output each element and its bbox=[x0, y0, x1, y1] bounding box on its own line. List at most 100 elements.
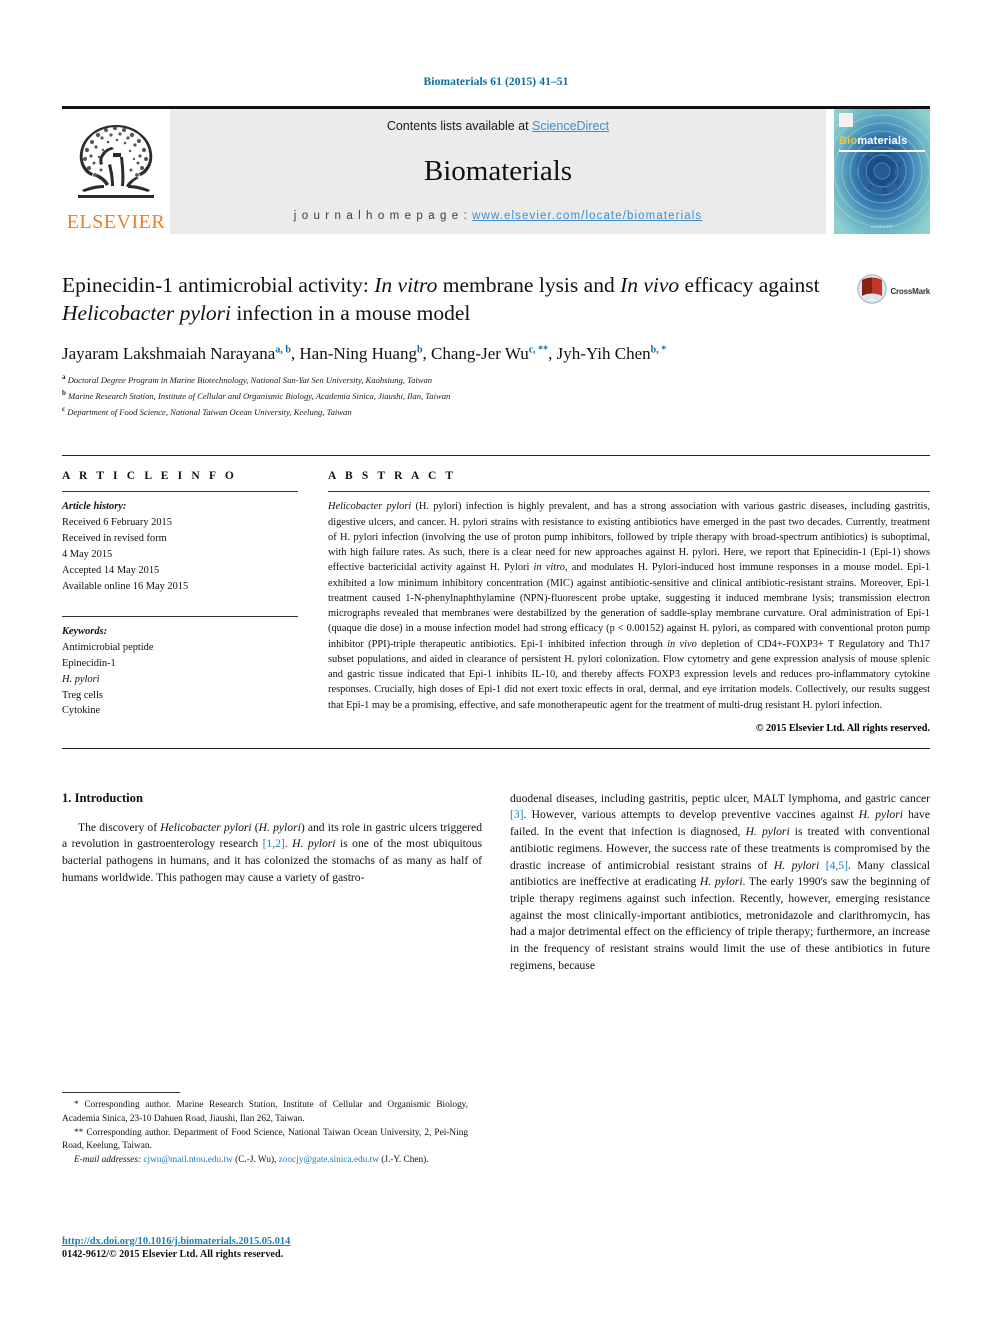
author-2-affil-marks[interactable]: b bbox=[417, 344, 423, 355]
intro-r-7: H. pylori bbox=[773, 858, 820, 872]
article-info-rule bbox=[62, 491, 298, 493]
body-column-left: 1. Introduction The discovery of Helicob… bbox=[62, 791, 482, 975]
author-2-name: Han-Ning Huang bbox=[299, 344, 417, 364]
crossmark-label: CrossMark bbox=[890, 287, 930, 296]
doi-link[interactable]: http://dx.doi.org/10.1016/j.biomaterials… bbox=[62, 1236, 482, 1247]
intro-r-5: H. pylori bbox=[745, 825, 790, 839]
corresponding-author-note-2: ** Corresponding author. Department of F… bbox=[62, 1127, 468, 1152]
title-italic-3: Helicobacter pylori bbox=[62, 300, 231, 325]
sciencedirect-link[interactable]: ScienceDirect bbox=[532, 119, 609, 133]
crossmark-icon bbox=[857, 274, 888, 309]
keyword-item: H. pylori bbox=[62, 673, 100, 685]
title-italic-1: In vitro bbox=[374, 273, 438, 297]
running-head: Biomaterials 61 (2015) 41–51 bbox=[423, 76, 569, 88]
intro-r-3: H. pylori bbox=[858, 808, 903, 822]
keywords-rule bbox=[62, 616, 298, 618]
corresponding-author-note-1: * Corresponding author. Marine Research … bbox=[62, 1100, 468, 1124]
keyword-item: Epinecidin-1 bbox=[62, 657, 116, 669]
cover-wordmark: Biomaterials bbox=[839, 135, 907, 147]
title-part-4: infection in a mouse model bbox=[230, 300, 471, 325]
title-part-2: membrane lysis and bbox=[437, 273, 621, 297]
journal-homepage-link[interactable]: www.elsevier.com/locate/biomaterials bbox=[472, 210, 702, 222]
article-history-item: Received in revised form bbox=[62, 533, 167, 545]
author-4-affil-marks[interactable]: b, * bbox=[651, 344, 667, 355]
abstract-heading: A B S T R A C T bbox=[328, 470, 457, 483]
cover-rule bbox=[839, 150, 925, 152]
abstract-rule bbox=[328, 491, 930, 493]
info-abstract-region: A R T I C L E I N F O Article history: R… bbox=[62, 455, 931, 734]
keywords-block: Keywords: Antimicrobial peptide Epinecid… bbox=[62, 624, 298, 719]
affiliation-item: c Department of Food Science, National T… bbox=[62, 404, 930, 420]
email-link-cjwu[interactable]: cjwu@mail.ntou.edu.tw bbox=[143, 1155, 232, 1165]
affiliation-list: a Doctoral Degree Program in Marine Biot… bbox=[62, 372, 930, 419]
footer-doi-block: http://dx.doi.org/10.1016/j.biomaterials… bbox=[62, 1236, 482, 1260]
journal-title: Biomaterials bbox=[423, 155, 573, 187]
keywords-label: Keywords: bbox=[62, 626, 108, 638]
intro-l-0: The discovery of bbox=[78, 820, 161, 834]
intro-r-0: duodenal diseases, including gastritis, … bbox=[510, 791, 930, 805]
author-1: Jayaram Lakshmaiah Narayanaa, b bbox=[62, 344, 291, 363]
title-part-3: efficacy against bbox=[679, 273, 820, 297]
journal-cover-artwork bbox=[834, 109, 930, 234]
intro-paragraph-right: duodenal diseases, including gastritis, … bbox=[510, 791, 930, 975]
author-3-name: Chang-Jer Wu bbox=[431, 344, 529, 364]
keyword-item: Antimicrobial peptide bbox=[62, 642, 154, 654]
journal-homepage-line: j o u r n a l h o m e p a g e : www.else… bbox=[294, 210, 702, 222]
citation-link-1-2[interactable]: [1,2] bbox=[263, 837, 285, 850]
citation-link-3[interactable]: [3] bbox=[510, 808, 524, 821]
cover-wordmark-materials: materials bbox=[857, 135, 908, 147]
abstract-column: A B S T R A C T Helicobacter pylori (H. … bbox=[328, 470, 931, 734]
title-block: Epinecidin-1 antimicrobial activity: In … bbox=[62, 272, 930, 419]
journal-cover-thumbnail[interactable]: Biomaterials ELSEVIER bbox=[834, 109, 930, 234]
author-3-affil-marks[interactable]: c, ** bbox=[529, 344, 548, 355]
intro-l-7: H. pylori bbox=[292, 837, 336, 851]
intro-r-11: H. pylori bbox=[699, 875, 743, 889]
page-title: Epinecidin-1 antimicrobial activity: In … bbox=[62, 272, 930, 327]
article-history-item: 4 May 2015 bbox=[62, 548, 113, 560]
info-abstract-bottom-rule bbox=[62, 747, 930, 749]
keyword-item: Treg cells bbox=[62, 689, 103, 701]
cover-wordmark-bio: Bio bbox=[839, 135, 858, 147]
body-columns: 1. Introduction The discovery of Helicob… bbox=[62, 791, 930, 975]
email-owner-1: (C.-J. Wu), bbox=[232, 1155, 279, 1165]
article-history-label: Article history: bbox=[62, 501, 127, 513]
author-list: Jayaram Lakshmaiah Narayanaa, b, Han-Nin… bbox=[62, 344, 667, 364]
body-column-right: duodenal diseases, including gastritis, … bbox=[510, 791, 930, 975]
intro-r-2: . However, various attempts to develop p… bbox=[523, 808, 859, 822]
article-history-block: Article history: Received 6 February 201… bbox=[62, 499, 298, 594]
author-4-name: Jyh-Yih Chen bbox=[556, 344, 651, 364]
email-link-zoocjy[interactable]: zoocjy@gate.sinica.edu.tw bbox=[279, 1155, 379, 1165]
elsevier-tree-icon bbox=[68, 119, 164, 211]
title-part-1: Epinecidin-1 antimicrobial activity: bbox=[62, 273, 375, 297]
affiliation-text: Department of Food Science, National Tai… bbox=[67, 406, 352, 417]
article-first-page: Biomaterials 61 (2015) 41–51 ELSEVIER Co… bbox=[0, 0, 992, 1323]
cover-footer-text: ELSEVIER bbox=[871, 224, 893, 229]
affiliation-mark: a bbox=[62, 373, 66, 382]
author-4: Jyh-Yih Chenb, * bbox=[557, 344, 667, 363]
email-addresses-label: E-mail addresses: bbox=[74, 1155, 142, 1165]
issn-copyright-line: 0142-9612/© 2015 Elsevier Ltd. All right… bbox=[62, 1249, 284, 1260]
citation-link-4-5[interactable]: [4,5] bbox=[826, 859, 848, 872]
affiliation-text: Doctoral Degree Program in Marine Biotec… bbox=[67, 374, 433, 385]
article-info-heading: A R T I C L E I N F O bbox=[62, 470, 237, 483]
affiliation-item: a Doctoral Degree Program in Marine Biot… bbox=[62, 372, 930, 388]
article-info-column: A R T I C L E I N F O Article history: R… bbox=[62, 470, 298, 733]
email-addresses-note: E-mail addresses: cjwu@mail.ntou.edu.tw … bbox=[62, 1154, 468, 1168]
contents-lists-line: Contents lists available at ScienceDirec… bbox=[387, 119, 609, 133]
intro-l-1: Helicobacter pylori bbox=[160, 820, 252, 834]
abstract-seg-3: , and modulates H. Pylori-induced host i… bbox=[328, 562, 931, 650]
author-1-affil-marks[interactable]: a, b bbox=[275, 344, 291, 355]
affiliation-item: b Marine Research Station, Institute of … bbox=[62, 388, 930, 404]
title-italic-2: In vivo bbox=[620, 273, 680, 297]
affiliation-mark: b bbox=[62, 388, 66, 397]
crossmark-badge[interactable]: CrossMark bbox=[857, 274, 930, 309]
journal-band: Contents lists available at ScienceDirec… bbox=[170, 109, 826, 234]
intro-l-3: H. pylori bbox=[258, 820, 301, 834]
author-3: Chang-Jer Wuc, ** bbox=[431, 344, 548, 363]
cover-publisher-mark bbox=[839, 113, 853, 127]
abstract-seg-4: in vivo bbox=[667, 638, 697, 650]
footnote-rule bbox=[62, 1092, 180, 1093]
journal-masthead: ELSEVIER Contents lists available at Sci… bbox=[62, 106, 930, 234]
affiliation-text: Marine Research Station, Institute of Ce… bbox=[68, 390, 451, 401]
